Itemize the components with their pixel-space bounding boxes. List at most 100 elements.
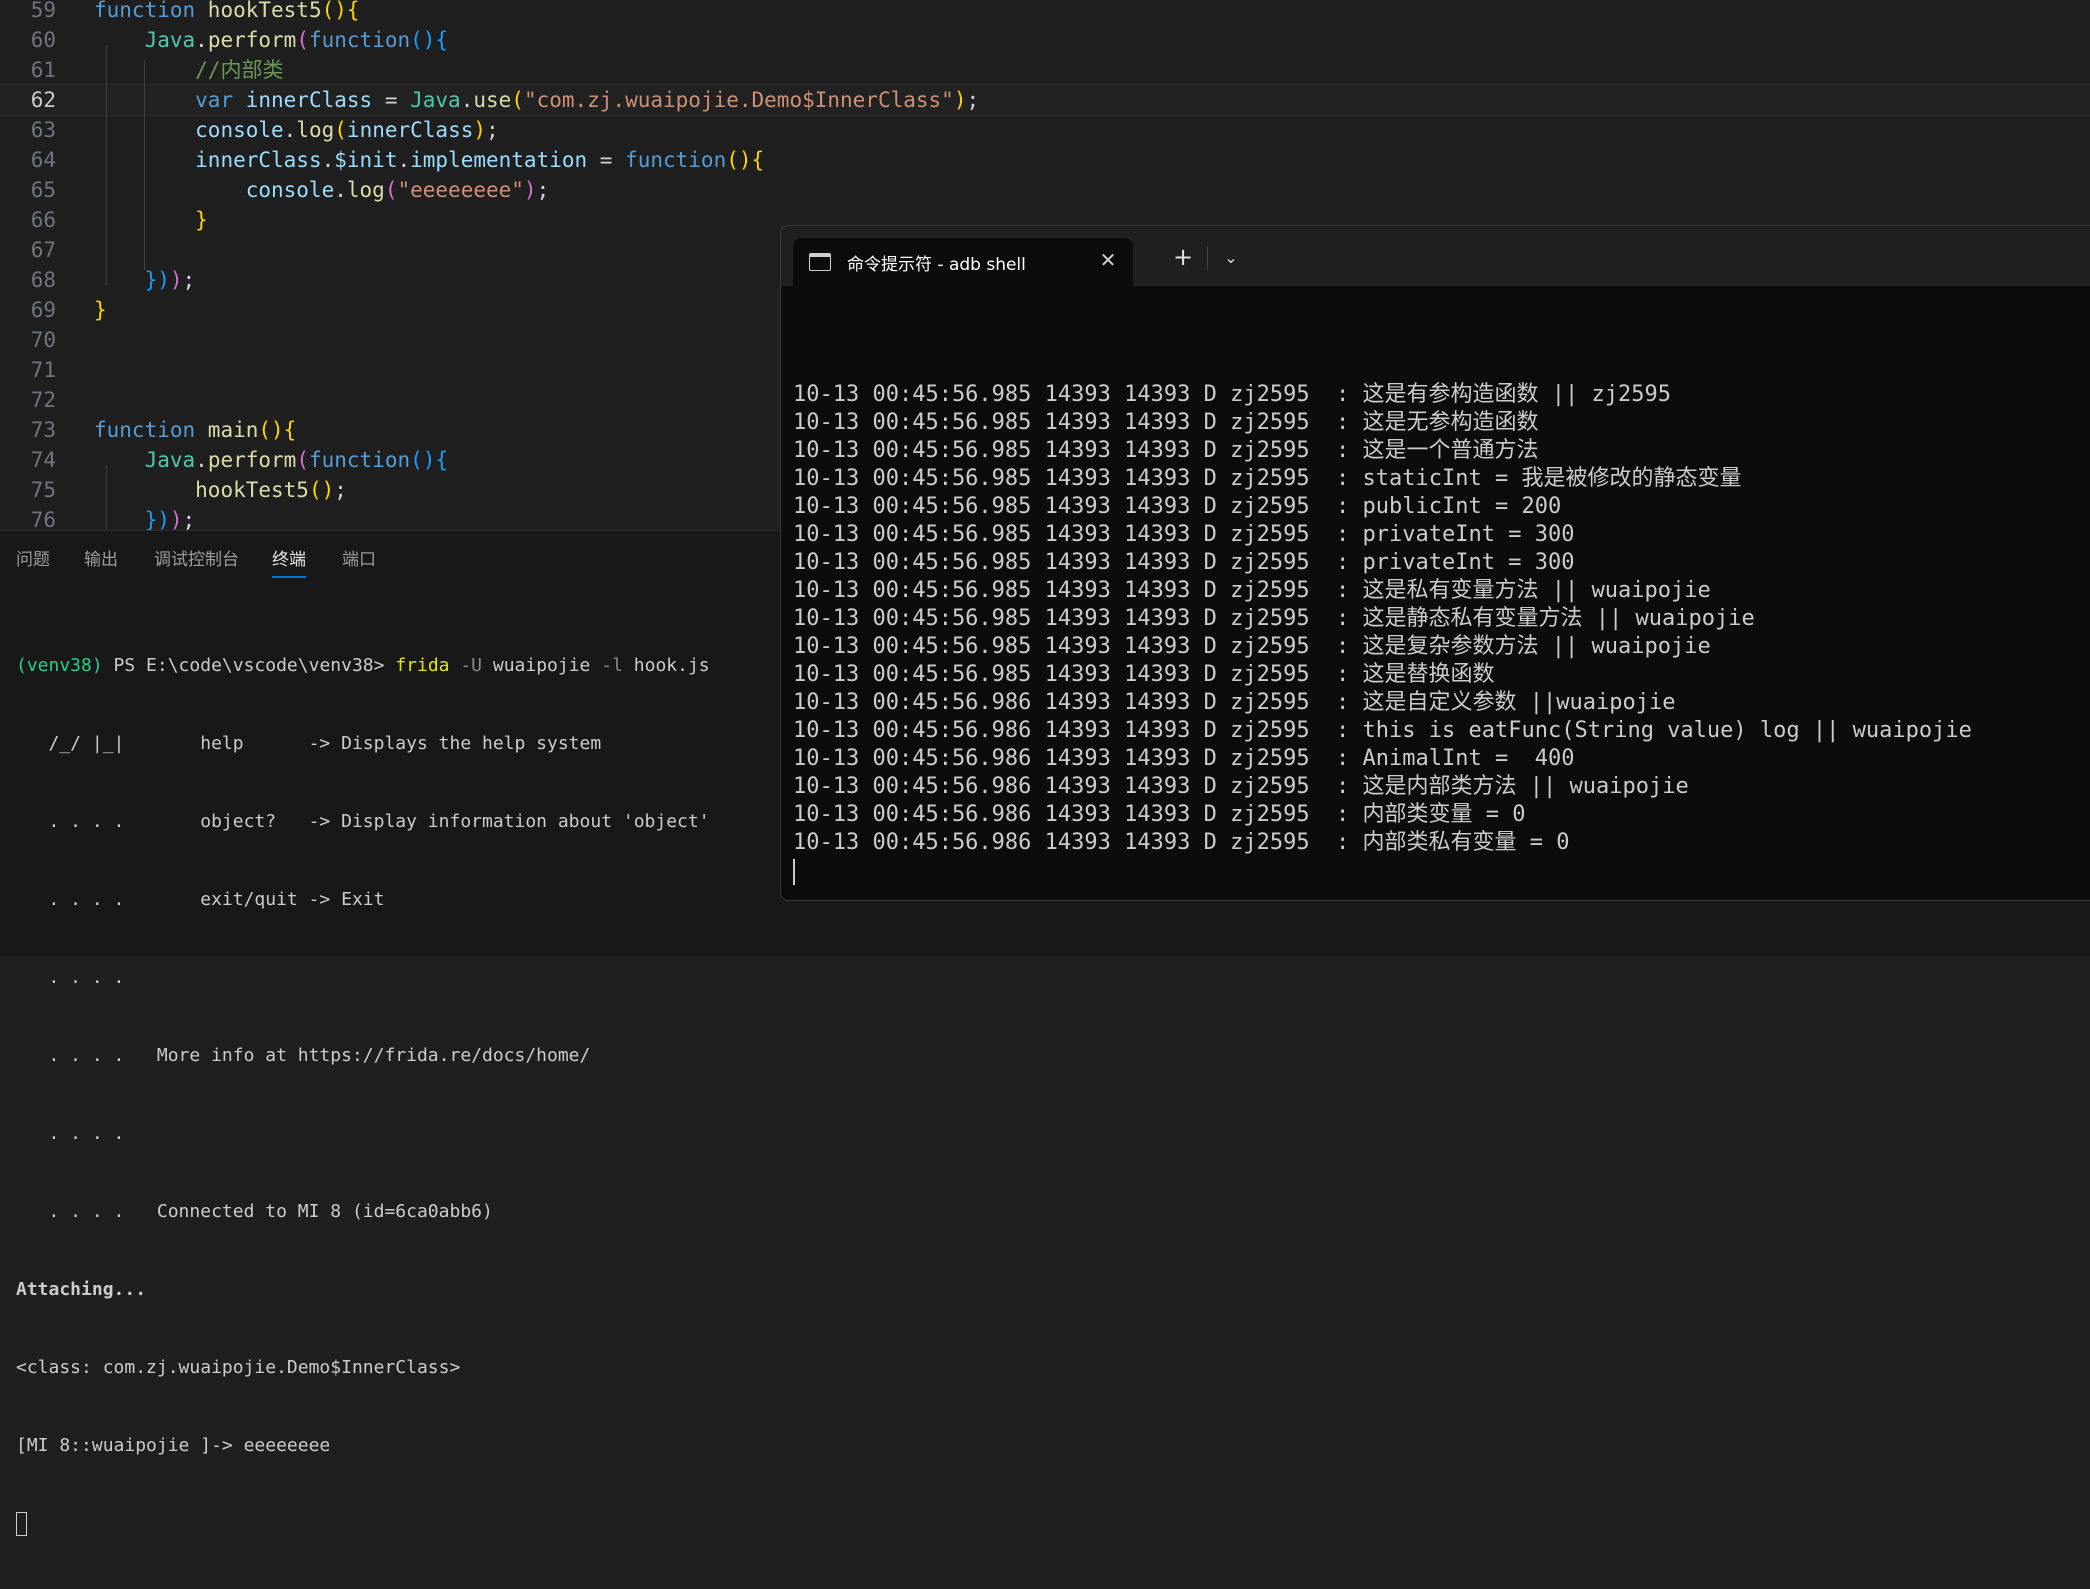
code-text: innerClass.$init.implementation = functi… <box>94 145 764 175</box>
log-line: 10-13 00:45:56.986 14393 14393 D zj2595 … <box>793 774 1689 799</box>
chevron-down-icon[interactable]: ⌄ <box>1215 242 1247 274</box>
console-icon <box>809 253 831 271</box>
log-line: 10-13 00:45:56.986 14393 14393 D zj2595 … <box>793 690 1676 715</box>
command-flag: -U <box>449 655 493 676</box>
code-token: hookTest5 <box>207 0 322 22</box>
indent-guide <box>106 45 107 285</box>
code-token: ) <box>169 268 183 292</box>
close-icon[interactable]: ✕ <box>1095 246 1121 274</box>
code-text: console.log(innerClass); <box>94 115 499 145</box>
code-token: main <box>207 418 259 442</box>
terminal-output[interactable]: (venv38) PS E:\code\vscode\venv38> frida… <box>16 601 776 1589</box>
line-number: 69 <box>30 298 56 322</box>
terminal-cursor <box>16 1512 27 1536</box>
code-text: var innerClass = Java.use("com.zj.wuaipo… <box>94 85 979 115</box>
terminal-line: . . . . object? -> Display information a… <box>16 811 710 832</box>
code-token: console <box>195 118 284 142</box>
terminal-line: . . . . Connected to MI 8 (id=6ca0abb6) <box>16 1201 493 1222</box>
tab-problems[interactable]: 问题 <box>16 545 50 570</box>
tab-ports[interactable]: 端口 <box>342 545 376 570</box>
code-token: (){ <box>410 28 449 52</box>
log-line: 10-13 00:45:56.985 14393 14393 D zj2595 … <box>793 494 1562 519</box>
plus-icon[interactable]: + <box>1167 242 1199 274</box>
code-text: })); <box>94 505 196 530</box>
code-token: ; <box>536 178 550 202</box>
code-token: function <box>308 28 411 52</box>
code-token: ; <box>966 88 980 112</box>
command-arg: wuaipojie <box>492 655 591 676</box>
terminal-line: . . . . exit/quit -> Exit <box>16 889 385 910</box>
code-text: //内部类 <box>94 55 283 85</box>
code-line[interactable]: 65 console.log("eeeeeeee"); <box>0 175 2090 205</box>
code-token: (){ <box>410 448 449 472</box>
code-token: . <box>283 118 297 142</box>
code-token: innerClass <box>346 118 474 142</box>
code-line[interactable]: 59 function hookTest5(){ <box>0 0 2090 25</box>
cmd-log-output[interactable]: 10-13 00:45:56.985 14393 14393 D zj2595 … <box>793 381 2083 857</box>
code-token: ) <box>169 508 183 530</box>
log-line: 10-13 00:45:56.985 14393 14393 D zj2595 … <box>793 522 1575 547</box>
line-number: 72 <box>30 388 56 412</box>
code-line[interactable]: 61 //内部类 <box>0 55 2090 85</box>
code-token: "com.zj.wuaipojie.Demo$InnerClass" <box>523 88 954 112</box>
log-line: 10-13 00:45:56.985 14393 14393 D zj2595 … <box>793 606 1755 631</box>
code-line[interactable]: 62 var innerClass = Java.use("com.zj.wua… <box>0 84 2090 116</box>
code-line[interactable]: 63 console.log(innerClass); <box>0 115 2090 145</box>
code-token: . <box>397 148 411 172</box>
venv-label: (venv38) <box>16 655 103 676</box>
code-token: var <box>195 88 246 112</box>
tab-debug-console[interactable]: 调试控制台 <box>154 545 239 570</box>
code-token: "eeeeeeee" <box>397 178 524 202</box>
code-token: () <box>308 478 335 502</box>
cmd-tab[interactable]: 命令提示符 - adb shell ✕ <box>793 238 1133 286</box>
code-token: function <box>94 418 208 442</box>
code-text: hookTest5(); <box>94 475 347 505</box>
tab-terminal[interactable]: 终端 <box>272 545 306 578</box>
command-name: frida <box>395 655 450 676</box>
code-token: . <box>195 28 208 52</box>
code-token: ; <box>182 508 196 530</box>
code-line[interactable]: 60 Java.perform(function(){ <box>0 25 2090 55</box>
log-line: 10-13 00:45:56.986 14393 14393 D zj2595 … <box>793 718 1972 743</box>
cmd-titlebar[interactable]: 命令提示符 - adb shell ✕ + ⌄ <box>781 226 2090 286</box>
line-number: 76 <box>30 508 56 530</box>
titlebar-divider <box>1207 246 1208 270</box>
tab-output[interactable]: 输出 <box>84 545 118 570</box>
command-flag: -l <box>590 655 634 676</box>
line-number: 62 <box>30 88 56 112</box>
code-token: function <box>308 448 411 472</box>
code-token: = <box>587 148 626 172</box>
code-token: . <box>460 88 474 112</box>
log-line: 10-13 00:45:56.985 14393 14393 D zj2595 … <box>793 438 1539 463</box>
line-number: 65 <box>30 178 56 202</box>
code-token: ( <box>384 178 398 202</box>
code-token: Java <box>410 88 461 112</box>
code-line[interactable]: 64 innerClass.$init.implementation = fun… <box>0 145 2090 175</box>
code-token: hookTest5 <box>195 478 309 502</box>
code-token: log <box>346 178 385 202</box>
log-line: 10-13 00:45:56.985 14393 14393 D zj2595 … <box>793 578 1711 603</box>
command-prompt-window[interactable]: 命令提示符 - adb shell ✕ + ⌄ 10-13 00:45:56.9… <box>780 225 2090 901</box>
code-token: ) <box>953 88 967 112</box>
code-token: innerClass <box>245 88 373 112</box>
terminal-cursor-line <box>16 1511 776 1537</box>
terminal-line: /_/ |_| help -> Displays the help system <box>16 733 602 754</box>
code-token: . <box>195 448 208 472</box>
code-token: implementation <box>410 148 588 172</box>
log-line: 10-13 00:45:56.985 14393 14393 D zj2595 … <box>793 662 1495 687</box>
code-token: ( <box>296 448 309 472</box>
code-token: Java <box>144 28 196 52</box>
line-number: 71 <box>30 358 56 382</box>
log-line: 10-13 00:45:56.985 14393 14393 D zj2595 … <box>793 634 1711 659</box>
log-line: 10-13 00:45:56.985 14393 14393 D zj2595 … <box>793 382 1671 407</box>
code-token: log <box>296 118 335 142</box>
code-token: ( <box>334 118 347 142</box>
code-token: }) <box>144 508 170 530</box>
code-text: Java.perform(function(){ <box>94 25 449 55</box>
code-token: ( <box>296 28 309 52</box>
code-token: ; <box>182 268 196 292</box>
